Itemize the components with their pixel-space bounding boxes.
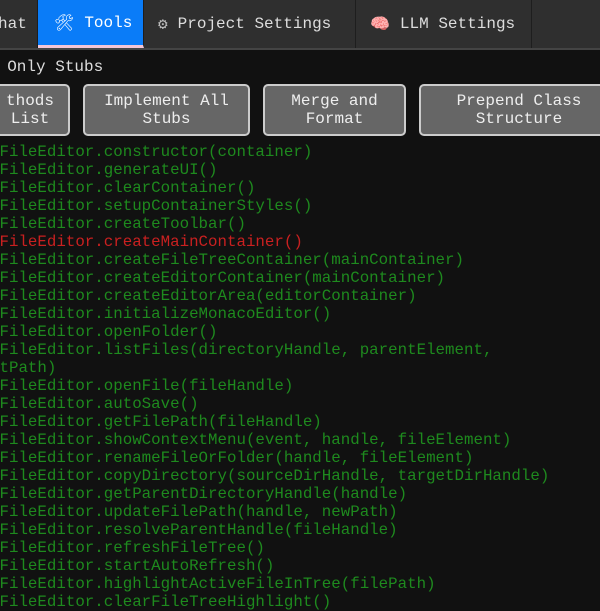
tab-label: Project Settings	[177, 15, 332, 33]
method-item[interactable]: dFileEditor.clearFileTreeHighlight()	[0, 593, 549, 611]
method-item[interactable]: dFileEditor.createEditorArea(editorConta…	[0, 287, 549, 305]
method-item[interactable]: dFileEditor.renameFileOrFolder(handle, f…	[0, 449, 549, 467]
show-only-stubs-label[interactable]: w Only Stubs	[0, 58, 103, 76]
tab-bar: hat 🛠 Tools ⚙ Project Settings 🧠 LLM Settin…	[0, 0, 600, 50]
method-item[interactable]: dFileEditor.createEditorContainer(mainCo…	[0, 269, 549, 287]
gear-icon: ⚙	[158, 16, 168, 34]
method-item[interactable]: dFileEditor.clearContainer()	[0, 179, 549, 197]
merge-and-format-button[interactable]: Merge and Format	[263, 84, 406, 136]
method-item[interactable]: dFileEditor.setupContainerStyles()	[0, 197, 549, 215]
method-item[interactable]: dFileEditor.startAutoRefresh()	[0, 557, 549, 575]
tools-icon: 🛠	[54, 14, 75, 33]
method-item[interactable]: dFileEditor.generateUI()	[0, 161, 549, 179]
tab-llm-settings[interactable]: 🧠 LLM Settings	[356, 0, 532, 48]
method-item[interactable]: dFileEditor.resolveParentHandle(fileHand…	[0, 521, 549, 539]
method-item[interactable]: dFileEditor.openFolder()	[0, 323, 549, 341]
method-item[interactable]: dFileEditor.createToolbar()	[0, 215, 549, 233]
method-item[interactable]: dFileEditor.getFilePath(fileHandle)	[0, 413, 549, 431]
method-item[interactable]: dFileEditor.listFiles(directoryHandle, p…	[0, 341, 549, 377]
method-item[interactable]: dFileEditor.initializeMonacoEditor()	[0, 305, 549, 323]
method-item[interactable]: dFileEditor.refreshFileTree()	[0, 539, 549, 557]
method-item[interactable]: dFileEditor.openFile(fileHandle)	[0, 377, 549, 395]
prepend-class-structure-button[interactable]: Prepend Class Structure	[419, 84, 600, 136]
tab-chat[interactable]: hat	[0, 0, 38, 48]
tab-project-settings[interactable]: ⚙ Project Settings	[144, 0, 356, 48]
tab-label: LLM Settings	[399, 15, 516, 33]
tab-label: hat	[0, 15, 27, 33]
brain-icon: 🧠	[370, 16, 390, 34]
method-item[interactable]: dFileEditor.autoSave()	[0, 395, 549, 413]
method-item[interactable]: dFileEditor.getParentDirectoryHandle(han…	[0, 485, 549, 503]
implement-all-stubs-button[interactable]: Implement All Stubs	[83, 84, 250, 136]
tab-label: Tools	[84, 13, 133, 32]
method-item[interactable]: dFileEditor.highlightActiveFileInTree(fi…	[0, 575, 549, 593]
method-item[interactable]: dFileEditor.constructor(container)	[0, 143, 549, 161]
method-item[interactable]: dFileEditor.createMainContainer()	[0, 233, 549, 251]
method-item[interactable]: dFileEditor.showContextMenu(event, handl…	[0, 431, 549, 449]
method-item[interactable]: dFileEditor.createFileTreeContainer(main…	[0, 251, 549, 269]
methods-list-button[interactable]: thods List	[0, 84, 70, 136]
method-item[interactable]: dFileEditor.copyDirectory(sourceDirHandl…	[0, 467, 549, 485]
tab-tools[interactable]: 🛠 Tools	[38, 0, 144, 48]
method-item[interactable]: dFileEditor.updateFilePath(handle, newPa…	[0, 503, 549, 521]
method-list: dFileEditor.constructor(container) dFileE…	[0, 143, 549, 611]
